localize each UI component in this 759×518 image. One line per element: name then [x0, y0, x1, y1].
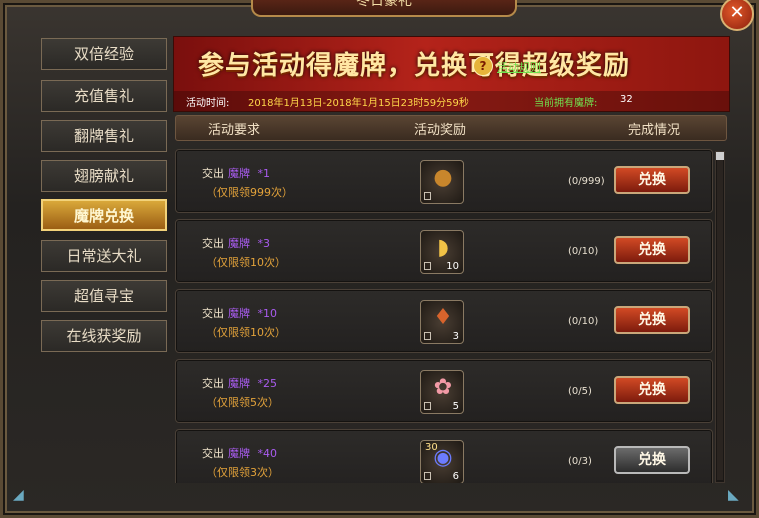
- close-icon: ✕: [729, 2, 745, 23]
- exchange-button[interactable]: 兑换: [614, 236, 690, 264]
- reward-slot[interactable]: ♦ 3: [420, 300, 464, 344]
- scroll-up-icon[interactable]: [716, 152, 724, 160]
- card-name: 魔牌: [228, 377, 250, 390]
- lotus-icon: ✿: [433, 375, 453, 400]
- card-name: 魔牌: [228, 167, 250, 180]
- progress-count: (0/999): [568, 176, 605, 187]
- progress-count: (0/10): [568, 246, 599, 257]
- exchange-button-disabled[interactable]: 兑换: [614, 446, 690, 474]
- reward-quantity: 5: [452, 401, 459, 412]
- table-row: 交出 魔牌 *40 （仅限领3次） ◉ 30 6 (0/3) 兑换: [175, 429, 713, 483]
- reward-slot[interactable]: ◉ 30 6: [420, 440, 464, 483]
- reward-quantity: 10: [446, 261, 459, 272]
- requirement-text: 交出 魔牌 *3: [202, 235, 270, 251]
- reward-badge: 30: [425, 442, 438, 453]
- sidebar-item-recharge-gift[interactable]: 充值售礼: [41, 80, 167, 112]
- reward-quantity: 6: [452, 471, 459, 482]
- corner-ornament-icon: ◣: [728, 487, 739, 503]
- requirement-text: 交出 魔牌 *25: [202, 375, 277, 391]
- table-row: 交出 魔牌 *1 （仅限领999次） ● (0/999) 兑换: [175, 149, 713, 213]
- card-count: *1: [257, 167, 271, 180]
- requirement-text: 交出 魔牌 *1: [202, 165, 270, 181]
- event-time-label: 活动时间:: [186, 98, 230, 109]
- event-time-range: 2018年1月13日-2018年1月15日23时59分59秒: [248, 98, 469, 109]
- hand-in-label: 交出: [202, 447, 224, 460]
- reward-quantity: 3: [452, 331, 459, 342]
- column-requirement: 活动要求: [208, 123, 261, 138]
- exchange-button[interactable]: 兑换: [614, 376, 690, 404]
- money-bag-icon: ●: [433, 165, 453, 190]
- event-banner: 参与活动得魔牌，兑换可得超级奖励 活动时间: 2018年1月13日-2018年1…: [173, 36, 730, 112]
- reward-slot[interactable]: ✿ 5: [420, 370, 464, 414]
- reward-slot[interactable]: ●: [420, 160, 464, 204]
- lock-icon: [424, 262, 431, 270]
- scrollbar[interactable]: [715, 151, 725, 483]
- hand-in-label: 交出: [202, 167, 224, 180]
- limit-text: （仅限领3次）: [206, 466, 279, 479]
- limit-text: （仅限领999次）: [206, 186, 293, 199]
- progress-count: (0/5): [568, 386, 592, 397]
- sidebar-item-card-flip-gift[interactable]: 翻牌售礼: [41, 120, 167, 152]
- sidebar-item-wing-gift[interactable]: 翅膀献礼: [41, 160, 167, 192]
- gold-ingot-icon: ◗: [437, 235, 449, 260]
- card-name: 魔牌: [228, 307, 250, 320]
- column-reward: 活动奖励: [414, 123, 467, 138]
- corner-ornament-icon: ◢: [13, 487, 24, 503]
- table-row: 交出 魔牌 *10 （仅限领10次） ♦ 3 (0/10) 兑换: [175, 289, 713, 353]
- lock-icon: [424, 332, 431, 340]
- close-button[interactable]: ✕: [720, 0, 754, 31]
- sidebar-item-card-exchange[interactable]: 魔牌兑换: [41, 199, 167, 231]
- sidebar-item-treasure-hunt[interactable]: 超值寻宝: [41, 280, 167, 312]
- requirement-text: 交出 魔牌 *40: [202, 445, 277, 461]
- hand-in-label: 交出: [202, 237, 224, 250]
- sidebar: 双倍经验 充值售礼 翻牌售礼 翅膀献礼 魔牌兑换 日常送大礼 超值寻宝 在线获奖…: [33, 33, 168, 488]
- window-title: 冬日豪礼: [251, 0, 517, 17]
- sidebar-item-online-reward[interactable]: 在线获奖励: [41, 320, 167, 352]
- banner-info-bar: 活动时间: 2018年1月13日-2018年1月15日23时59分59秒 当前拥…: [174, 91, 729, 111]
- progress-count: (0/10): [568, 316, 599, 327]
- column-status: 完成情况: [628, 123, 681, 138]
- card-name: 魔牌: [228, 237, 250, 250]
- window-frame: 冬日豪礼 ✕ ◢ ◣ 双倍经验 充值售礼 翻牌售礼 翅膀献礼 魔牌兑换 日常送大…: [0, 0, 759, 518]
- progress-count: (0/3): [568, 456, 592, 467]
- requirement-text: 交出 魔牌 *10: [202, 305, 277, 321]
- coins-value: 32: [620, 94, 633, 105]
- exchange-button[interactable]: 兑换: [614, 306, 690, 334]
- question-icon[interactable]: ?: [473, 56, 493, 76]
- sidebar-item-daily-gift[interactable]: 日常送大礼: [41, 240, 167, 272]
- card-count: *3: [257, 237, 271, 250]
- lantern-icon: ♦: [433, 305, 453, 330]
- scroll-thumb[interactable]: [717, 160, 723, 480]
- card-count: *40: [257, 447, 278, 460]
- card-count: *10: [257, 307, 278, 320]
- event-rules-link[interactable]: 活动规则: [497, 59, 541, 75]
- exchange-list: 交出 魔牌 *1 （仅限领999次） ● (0/999) 兑换 交出 魔牌 *3 （…: [175, 145, 713, 483]
- limit-text: （仅限领10次）: [206, 256, 286, 269]
- lock-icon: [424, 192, 431, 200]
- lock-icon: [424, 472, 431, 480]
- limit-text: （仅限领5次）: [206, 396, 279, 409]
- reward-slot[interactable]: ◗ 10: [420, 230, 464, 274]
- lock-icon: [424, 402, 431, 410]
- banner-title: 参与活动得魔牌，兑换可得超级奖励: [198, 51, 631, 81]
- exchange-button[interactable]: 兑换: [614, 166, 690, 194]
- sidebar-item-double-exp[interactable]: 双倍经验: [41, 38, 167, 70]
- limit-text: （仅限领10次）: [206, 326, 286, 339]
- hand-in-label: 交出: [202, 377, 224, 390]
- table-header: 活动要求 活动奖励 完成情况: [175, 115, 727, 141]
- card-name: 魔牌: [228, 447, 250, 460]
- hand-in-label: 交出: [202, 307, 224, 320]
- table-row: 交出 魔牌 *3 （仅限领10次） ◗ 10 (0/10) 兑换: [175, 219, 713, 283]
- table-row: 交出 魔牌 *25 （仅限领5次） ✿ 5 (0/5) 兑换: [175, 359, 713, 423]
- coins-label: 当前拥有魔牌:: [534, 98, 598, 109]
- card-count: *25: [257, 377, 278, 390]
